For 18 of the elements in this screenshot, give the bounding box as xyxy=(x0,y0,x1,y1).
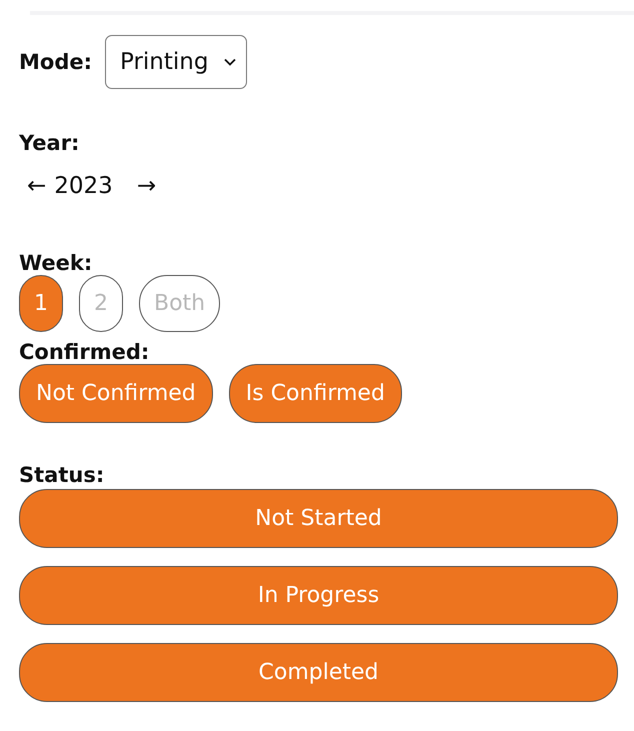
next-year-button[interactable]: → xyxy=(136,173,156,199)
year-label: Year: xyxy=(19,131,80,155)
mode-select[interactable]: Printing xyxy=(105,35,248,89)
year-value: 2023 xyxy=(54,173,113,199)
status-option[interactable]: Completed xyxy=(19,643,618,702)
week-option[interactable]: 2 xyxy=(79,275,123,332)
week-option[interactable]: 1 xyxy=(19,275,63,332)
status-option[interactable]: In Progress xyxy=(19,566,618,625)
status-label: Status: xyxy=(19,463,106,487)
chevron-down-icon xyxy=(224,58,236,66)
confirmed-option[interactable]: Is Confirmed xyxy=(228,364,402,423)
previous-year-button[interactable]: ← xyxy=(27,173,46,199)
status-option[interactable]: Not Started xyxy=(19,489,618,548)
week-label: Week: xyxy=(19,251,94,275)
confirmed-label: Confirmed: xyxy=(19,340,150,364)
confirmed-option[interactable]: Not Confirmed xyxy=(19,364,213,423)
week-option[interactable]: Both xyxy=(139,275,220,332)
mode-label: Mode: xyxy=(19,50,92,74)
